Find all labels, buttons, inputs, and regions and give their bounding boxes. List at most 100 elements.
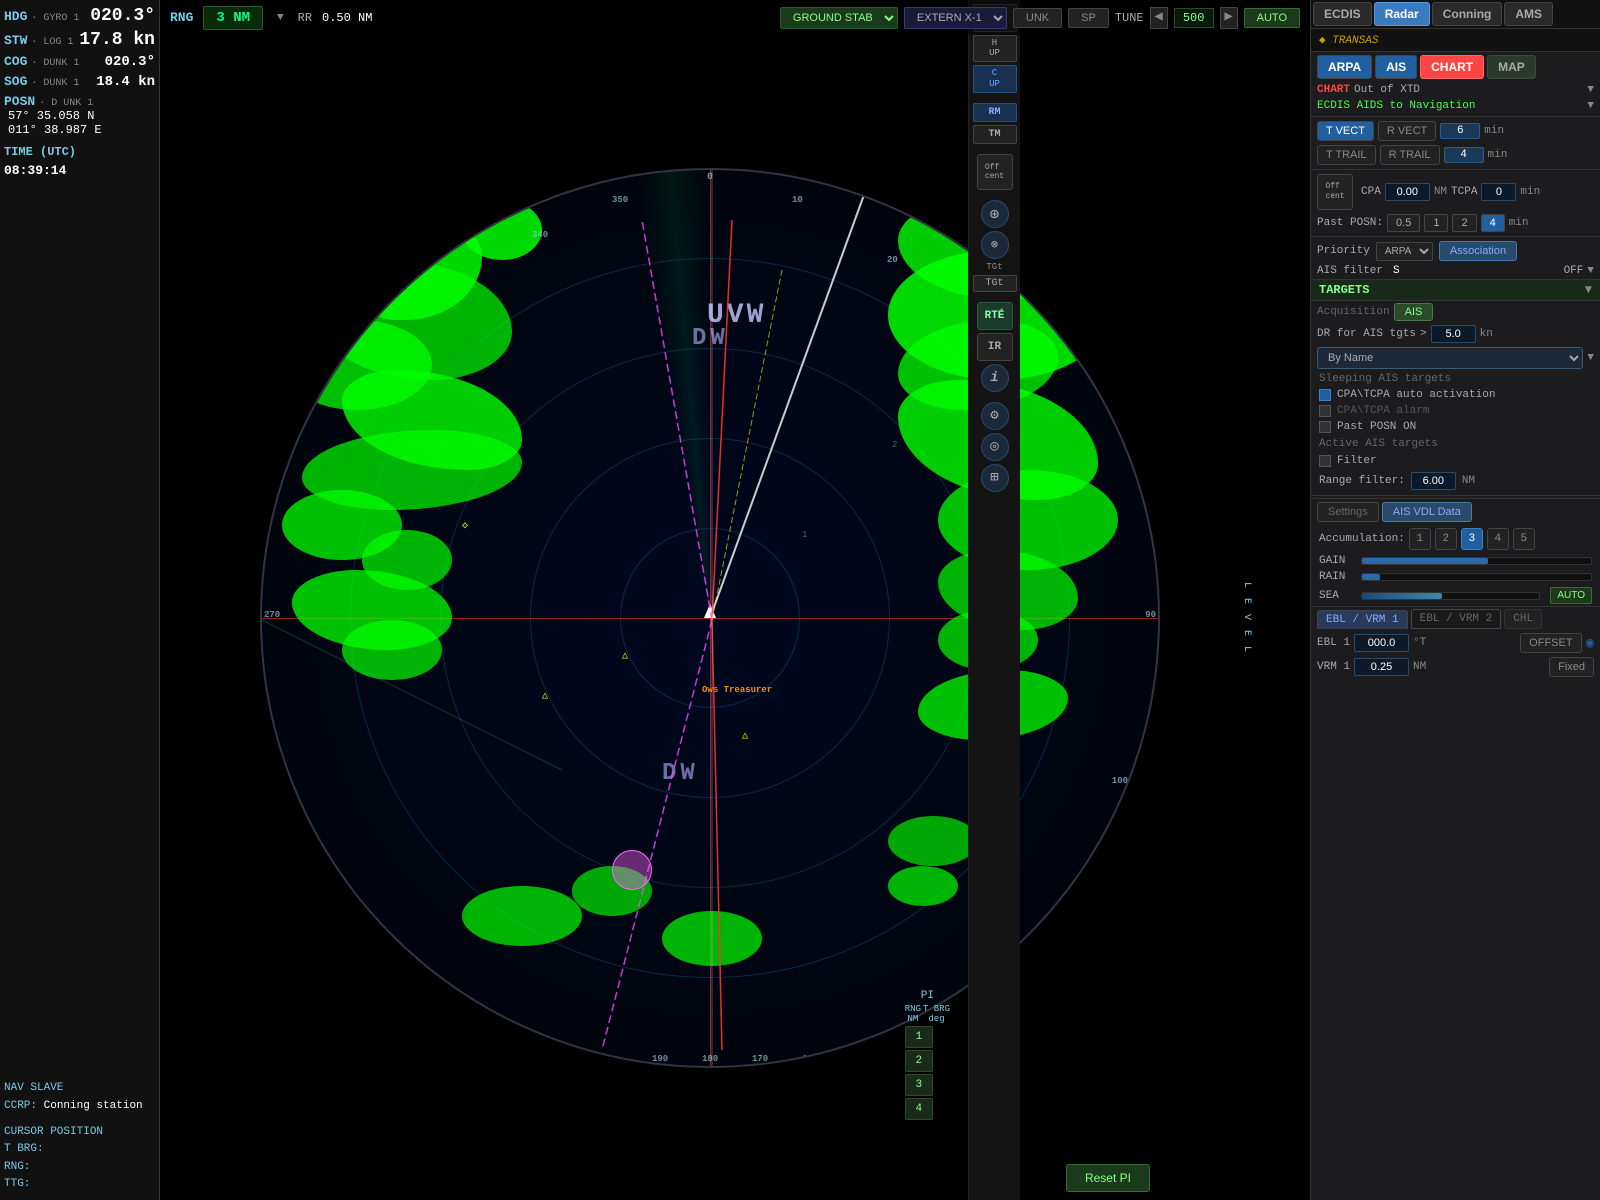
cpa-alarm-checkbox[interactable] <box>1319 405 1331 417</box>
filter-checkbox[interactable] <box>1319 455 1331 467</box>
arpa-button[interactable]: ARPA <box>1317 55 1372 79</box>
radar-display[interactable]: DW DW UVW △ △ △ ◇ Ows Treasurer <box>260 168 1160 1068</box>
pi-btn-1[interactable]: 1 <box>905 1026 933 1048</box>
off-cent-button[interactable]: Offcent <box>977 154 1013 190</box>
by-name-select[interactable]: By Name <box>1317 347 1583 369</box>
cpa-auto-checkbox[interactable] <box>1319 389 1331 401</box>
accum-btn-1[interactable]: 1 <box>1409 528 1431 550</box>
arpa-priority-select[interactable]: ARPA <box>1376 242 1433 261</box>
ebl-tabs-row: EBL / VRM 1 EBL / VRM 2 CHL <box>1311 606 1600 631</box>
tcpa-input[interactable] <box>1481 183 1516 201</box>
cursor-icon-btn[interactable]: ◎ <box>981 433 1009 461</box>
rtrail-button[interactable]: R TRAIL <box>1380 145 1440 165</box>
pi-btn-2[interactable]: 2 <box>905 1050 933 1072</box>
conning-tab[interactable]: Conning <box>1432 2 1503 26</box>
target-circle-area <box>612 850 652 890</box>
vrm1-unit: NM <box>1413 661 1426 673</box>
chart-button[interactable]: CHART <box>1420 55 1484 79</box>
gyro-icon-btn[interactable]: ⊕ <box>981 200 1009 228</box>
radar-mode-icon-btn[interactable]: ⊗ <box>981 231 1009 259</box>
unk-button[interactable]: UNK <box>1013 8 1062 28</box>
rain-label: RAIN <box>1319 571 1355 583</box>
stab-select[interactable]: GROUND STAB <box>780 7 898 29</box>
sea-label: SEA <box>1319 590 1355 602</box>
auto-button[interactable]: AUTO <box>1244 8 1300 28</box>
vrm1-input[interactable] <box>1354 658 1409 676</box>
range-filter-input[interactable] <box>1411 472 1456 490</box>
hdg-label: HDG <box>4 9 27 24</box>
scale-2nm: 2 <box>892 440 897 450</box>
pi-btn-3[interactable]: 3 <box>905 1074 933 1096</box>
settings-tab-btn[interactable]: Settings <box>1317 502 1379 522</box>
targets-arrow[interactable]: ▼ <box>1585 283 1592 297</box>
compass-60: 60 <box>1107 300 1118 310</box>
tune-value: 500 <box>1174 8 1214 28</box>
pi-btn-4[interactable]: 4 <box>905 1098 933 1120</box>
stw-row: STW · LOG 1 17.8 kn <box>4 30 155 50</box>
ebl1-row: EBL 1 °T OFFSET ◉ <box>1311 631 1600 655</box>
tune-dec-button[interactable]: ◀ <box>1150 7 1168 29</box>
sog-row: SOG · DUNK 1 18.4 kn <box>4 74 155 90</box>
cpa-input[interactable] <box>1385 183 1430 201</box>
association-button[interactable]: Association <box>1439 241 1517 261</box>
tune-inc-button[interactable]: ▶ <box>1220 7 1238 29</box>
info-button[interactable]: i <box>981 364 1009 392</box>
zoom-icon-btn[interactable]: ⊞ <box>981 464 1009 492</box>
ais-acq-button[interactable]: AIS <box>1394 303 1434 321</box>
rvect-button[interactable]: R VECT <box>1378 121 1436 141</box>
ebl1-input[interactable] <box>1354 634 1409 652</box>
chart-dropdown-arrow[interactable]: ▼ <box>1587 84 1594 96</box>
accum-btn-4[interactable]: 4 <box>1487 528 1509 550</box>
dr-value-input[interactable] <box>1431 325 1476 343</box>
top-instrument-bar: RNG 3 NM ▼ RR 0.50 NM GROUND STAB EXTERN… <box>160 0 1310 35</box>
sea-auto-button[interactable]: AUTO <box>1550 587 1592 604</box>
sp-button[interactable]: SP <box>1068 8 1109 28</box>
sea-slider[interactable] <box>1361 592 1540 600</box>
settings-icon-btn[interactable]: ⚙ <box>981 402 1009 430</box>
rng-display-value[interactable]: 3 NM <box>203 6 263 30</box>
offcent-btn-right[interactable]: Offcent <box>1317 174 1353 210</box>
ir-button[interactable]: IR <box>977 333 1013 361</box>
radar-area[interactable]: RNG 3 NM ▼ RR 0.50 NM GROUND STAB EXTERN… <box>160 0 1310 1200</box>
accum-btn-2[interactable]: 2 <box>1435 528 1457 550</box>
ais-button[interactable]: AIS <box>1375 55 1417 79</box>
reset-pi-button[interactable]: Reset PI <box>1066 1164 1150 1192</box>
sog-value: 18.4 kn <box>96 74 155 90</box>
fixed-button[interactable]: Fixed <box>1549 657 1594 677</box>
past-posn-on-checkbox[interactable] <box>1319 421 1331 433</box>
offset-button[interactable]: OFFSET <box>1520 633 1581 653</box>
extern-select[interactable]: EXTERN X-1 <box>904 7 1007 29</box>
right-panel: ECDIS Radar Conning AMS ◆ TRANSAS ARPA A… <box>1310 0 1600 1200</box>
lon-value: 011° 38.987 E <box>8 123 155 137</box>
accum-btn-3[interactable]: 3 <box>1461 528 1483 550</box>
ebl-vrm1-tab[interactable]: EBL / VRM 1 <box>1317 610 1408 629</box>
tvect-button[interactable]: T VECT <box>1317 121 1374 141</box>
posn-btn-4[interactable]: 4 <box>1481 214 1505 232</box>
posn-btn-2[interactable]: 2 <box>1452 214 1476 232</box>
tm-button[interactable]: TM <box>973 125 1017 144</box>
posn-btn-05[interactable]: 0.5 <box>1387 214 1420 232</box>
posn-btn-1[interactable]: 1 <box>1424 214 1448 232</box>
accum-btn-5[interactable]: 5 <box>1513 528 1535 550</box>
radar-tab[interactable]: Radar <box>1374 2 1430 26</box>
c-up-button[interactable]: CUP <box>973 65 1017 93</box>
h-up-button[interactable]: HUP <box>973 35 1017 63</box>
ecdis-tab[interactable]: ECDIS <box>1313 2 1372 26</box>
ebl-vrm2-tab[interactable]: EBL / VRM 2 <box>1411 609 1502 629</box>
chl-tab[interactable]: CHL <box>1504 609 1542 629</box>
ams-tab[interactable]: AMS <box>1504 2 1553 26</box>
ttrail-button[interactable]: T TRAIL <box>1317 145 1376 165</box>
by-name-arrow[interactable]: ▼ <box>1587 352 1594 364</box>
gain-slider[interactable] <box>1361 557 1592 565</box>
rain-slider[interactable] <box>1361 573 1592 581</box>
offset-icon[interactable]: ◉ <box>1586 635 1594 652</box>
ecdis-dropdown-arrow[interactable]: ▼ <box>1587 100 1594 112</box>
rte-button[interactable]: RTÉ <box>977 302 1013 330</box>
map-button[interactable]: MAP <box>1487 55 1536 79</box>
cursor-label: CURSOR POSITION <box>4 1124 155 1142</box>
ais-vdl-tab-btn[interactable]: AIS VDL Data <box>1382 502 1472 522</box>
ais-filter-arrow[interactable]: ▼ <box>1587 265 1594 277</box>
compass-10: 10 <box>792 195 803 205</box>
tgt-button[interactable]: TGt <box>973 275 1017 292</box>
rm-button[interactable]: RM <box>973 103 1017 122</box>
